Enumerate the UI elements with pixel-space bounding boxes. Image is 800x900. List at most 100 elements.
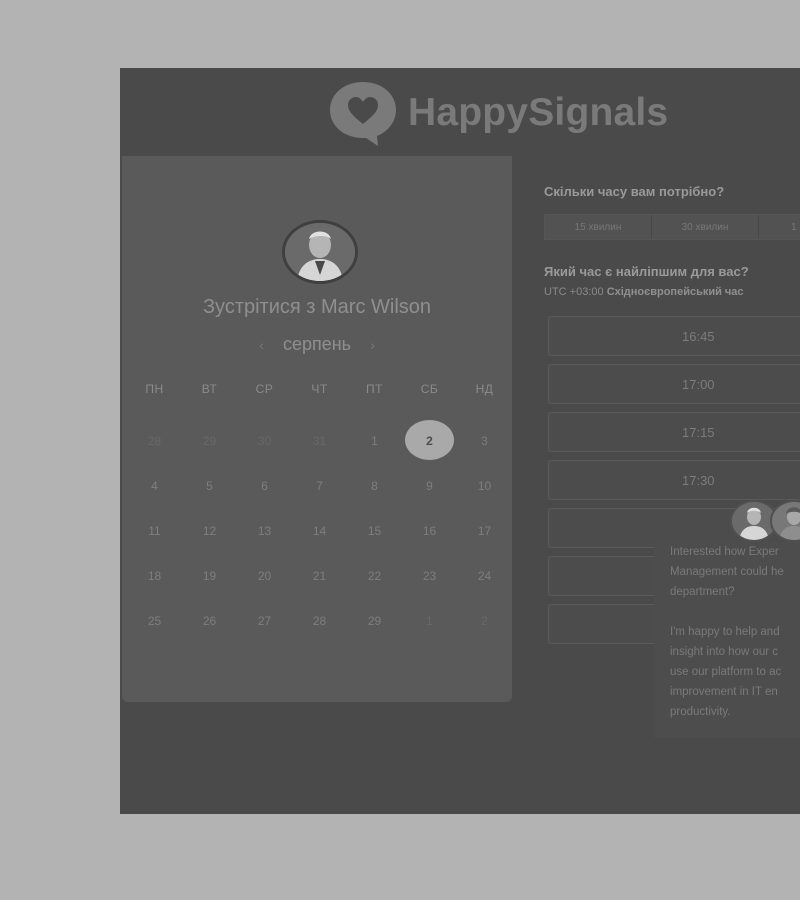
- brand-logo: HappySignals: [328, 80, 668, 146]
- prev-month-button[interactable]: ‹: [259, 337, 264, 353]
- calendar-day[interactable]: 19: [182, 553, 237, 598]
- calendar-day[interactable]: 13: [237, 508, 292, 553]
- calendar-week: 4 5 6 7 8 9 10: [127, 463, 512, 508]
- calendar-day-number: 2: [481, 613, 488, 628]
- calendar-day[interactable]: 5: [182, 463, 237, 508]
- weekday-label: СР: [255, 382, 274, 396]
- calendar-day[interactable]: 29: [347, 598, 402, 643]
- calendar-day-number: 19: [202, 568, 217, 583]
- calendar-day[interactable]: 26: [182, 598, 237, 643]
- time-slot[interactable]: 17:00: [548, 364, 800, 404]
- calendar-day[interactable]: 24: [457, 553, 512, 598]
- weekday-label: НД: [475, 382, 494, 396]
- calendar-day[interactable]: 18: [127, 553, 182, 598]
- calendar-day-number: 7: [316, 478, 323, 493]
- calendar-week: 18 19 20 21 22 23 24: [127, 553, 512, 598]
- calendar-day-number: 24: [477, 568, 492, 583]
- calendar-day: 1: [402, 598, 457, 643]
- calendar-day: 30: [237, 418, 292, 463]
- calendar-day-number: 5: [206, 478, 213, 493]
- calendar-day-number: 15: [367, 523, 382, 538]
- calendar-day[interactable]: 9: [402, 463, 457, 508]
- calendar-day[interactable]: 17: [457, 508, 512, 553]
- person-portrait-icon: [772, 502, 800, 540]
- person-portrait-icon: [285, 223, 355, 281]
- calendar-day[interactable]: 25: [127, 598, 182, 643]
- calendar-day[interactable]: 27: [237, 598, 292, 643]
- calendar-day: 2: [457, 598, 512, 643]
- agent-avatar: [770, 500, 800, 542]
- calendar-day: 28: [127, 418, 182, 463]
- calendar-day-number: 29: [367, 613, 382, 628]
- month-label: серпень: [282, 334, 352, 354]
- timezone-label[interactable]: UTC +03:00 Східноєвропейський час: [544, 286, 744, 298]
- calendar-day[interactable]: 23: [402, 553, 457, 598]
- weekday-label: ПН: [145, 382, 164, 396]
- calendar-day[interactable]: 21: [292, 553, 347, 598]
- calendar-day-number: 31: [312, 433, 327, 448]
- calendar-day-number: 25: [147, 613, 162, 628]
- chat-message: Interested how Exper Management could he…: [670, 546, 784, 598]
- weekday-label: ВТ: [201, 382, 218, 396]
- calendar-day: 29: [182, 418, 237, 463]
- calendar-day-number: 6: [261, 478, 268, 493]
- calendar-grid: 28 29 30 31 1 2 3 4 5 6 7 8 9 10 11 12 13 14 15 16 17 18 19 20 2…: [127, 418, 512, 643]
- weekday-label: ЧТ: [311, 382, 328, 396]
- calendar-day[interactable]: 16: [402, 508, 457, 553]
- weekday-label: СБ: [420, 382, 439, 396]
- duration-selector: 15 хвилин 30 хвилин 1: [544, 214, 800, 240]
- calendar-day[interactable]: 14: [292, 508, 347, 553]
- calendar-day-number: 29: [202, 433, 217, 448]
- weekday-label: ПТ: [366, 382, 383, 396]
- calendar-day[interactable]: 11: [127, 508, 182, 553]
- calendar-week: 25 26 27 28 29 1 2: [127, 598, 512, 643]
- calendar-day[interactable]: 12: [182, 508, 237, 553]
- scheduling-modal: HappySignals Зустрітися з Marc Wilson ‹ …: [120, 68, 800, 814]
- calendar-day-number: 18: [147, 568, 162, 583]
- time-slot[interactable]: 17:30: [548, 460, 800, 500]
- calendar-day[interactable]: 28: [292, 598, 347, 643]
- duration-option[interactable]: 30 хвилин: [652, 215, 759, 239]
- chat-message-popup[interactable]: Interested how Exper Management could he…: [654, 542, 800, 738]
- calendar-day-number: 21: [312, 568, 327, 583]
- next-month-button[interactable]: ›: [370, 337, 375, 353]
- calendar-day[interactable]: 22: [347, 553, 402, 598]
- calendar-day[interactable]: 6: [237, 463, 292, 508]
- calendar-week: 28 29 30 31 1 2 3: [127, 418, 512, 463]
- chat-message: I'm happy to help and insight into how o…: [670, 626, 782, 718]
- calendar-day[interactable]: 1: [347, 418, 402, 463]
- calendar-day-number: 12: [202, 523, 217, 538]
- month-navigation: ‹ серпень ›: [122, 334, 512, 355]
- duration-question: Скільки часу вам потрібно?: [544, 184, 725, 199]
- calendar-day-number: 26: [202, 613, 217, 628]
- calendar-day-selected[interactable]: 2: [402, 418, 457, 463]
- calendar-day-number: 11: [148, 523, 161, 538]
- timezone-offset: UTC +03:00: [544, 286, 604, 298]
- time-slot[interactable]: 16:45: [548, 316, 800, 356]
- calendar-day[interactable]: 15: [347, 508, 402, 553]
- calendar-day-number: 28: [147, 433, 162, 448]
- time-question: Який час є найліпшим для вас?: [544, 264, 749, 279]
- host-avatar: [282, 220, 358, 284]
- duration-option[interactable]: 1: [759, 215, 800, 239]
- calendar-day-number: 16: [422, 523, 437, 538]
- calendar-day[interactable]: 8: [347, 463, 402, 508]
- duration-option[interactable]: 15 хвилин: [545, 215, 652, 239]
- calendar-day[interactable]: 3: [457, 418, 512, 463]
- calendar-day[interactable]: 20: [237, 553, 292, 598]
- time-slot[interactable]: 17:15: [548, 412, 800, 452]
- calendar-day[interactable]: 7: [292, 463, 347, 508]
- calendar-day-number: 17: [477, 523, 492, 538]
- calendar-day-number: 28: [312, 613, 327, 628]
- calendar-day: 31: [292, 418, 347, 463]
- weekday-header: ПН ВТ СР ЧТ ПТ СБ НД: [127, 382, 512, 396]
- calendar-day[interactable]: 4: [127, 463, 182, 508]
- chat-agent-avatars[interactable]: [730, 500, 800, 542]
- header: HappySignals: [120, 68, 800, 156]
- calendar-day-number: 30: [257, 433, 272, 448]
- calendar-day-number: 1: [426, 613, 433, 628]
- calendar-day-number: 22: [367, 568, 382, 583]
- calendar-day[interactable]: 10: [457, 463, 512, 508]
- calendar-day-number: 4: [151, 478, 158, 493]
- calendar-day-number: 27: [257, 613, 272, 628]
